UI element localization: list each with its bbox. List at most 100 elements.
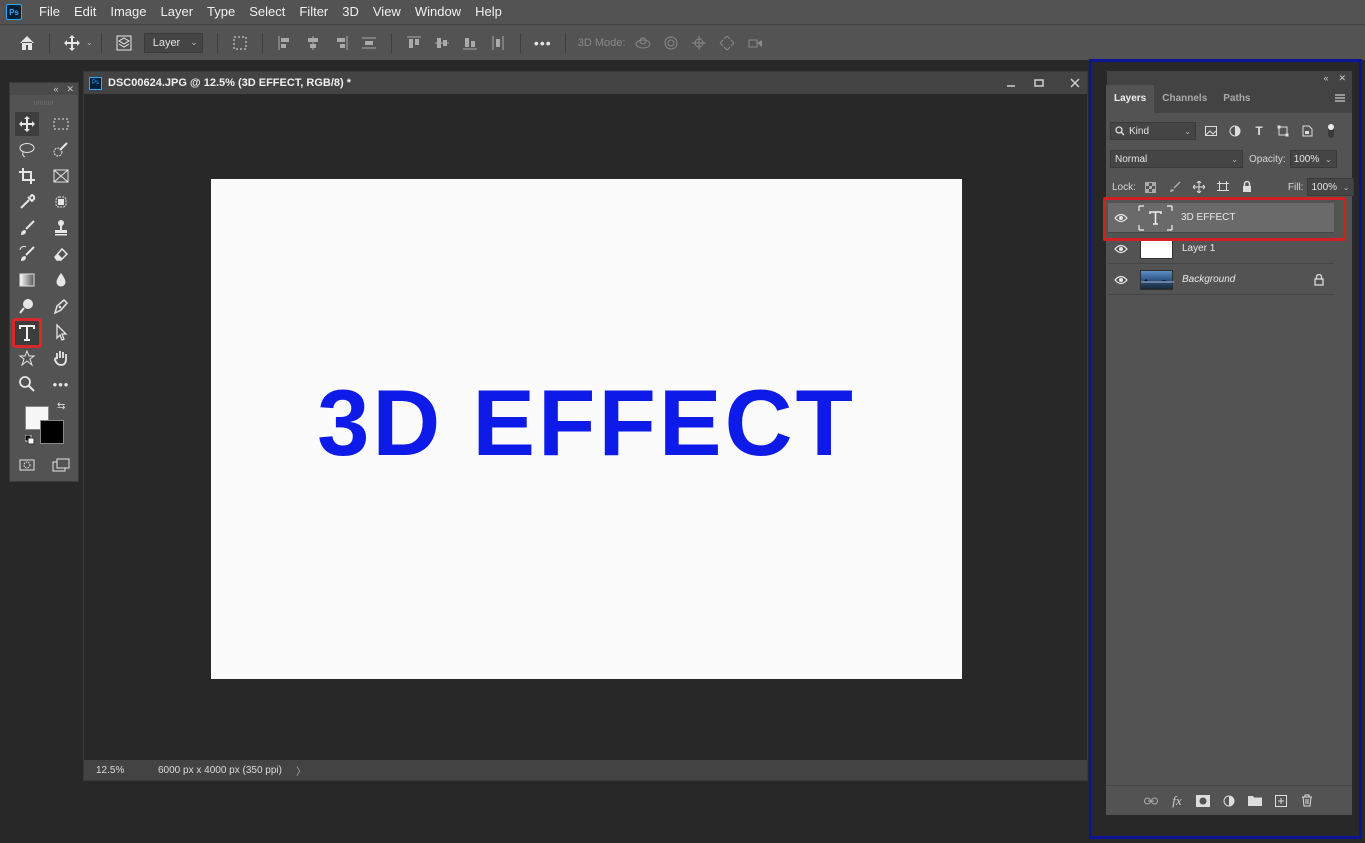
align-top-icon[interactable] xyxy=(403,32,425,54)
layer-lock-icon[interactable] xyxy=(1314,273,1324,286)
edit-toolbar-icon[interactable]: ••• xyxy=(49,372,73,396)
tab-channels[interactable]: Channels xyxy=(1154,85,1215,113)
visibility-eye-icon[interactable] xyxy=(1108,244,1134,254)
background-color-swatch[interactable] xyxy=(40,420,64,444)
hand-tool-icon[interactable] xyxy=(49,346,73,370)
type-tool-icon[interactable] xyxy=(12,318,42,348)
filter-toggle-icon[interactable] xyxy=(1322,122,1340,140)
quick-mask-icon[interactable] xyxy=(15,453,39,477)
move-tool-icon[interactable] xyxy=(15,112,39,136)
align-center-icon[interactable] xyxy=(302,32,324,54)
new-group-folder-icon[interactable] xyxy=(1246,792,1264,810)
filter-adjustment-layer-icon[interactable] xyxy=(1226,122,1244,140)
new-adjustment-layer-icon[interactable] xyxy=(1220,792,1238,810)
lock-image-pixels-icon[interactable] xyxy=(1166,178,1184,196)
lock-transparent-pixels-icon[interactable] xyxy=(1142,178,1160,196)
3d-orbit-icon[interactable] xyxy=(632,32,654,54)
frame-tool-icon[interactable] xyxy=(49,164,73,188)
blur-tool-icon[interactable] xyxy=(49,268,73,292)
opacity-input[interactable]: 100% ⌄ xyxy=(1289,150,1337,168)
menu-window[interactable]: Window xyxy=(408,0,468,24)
menu-3d[interactable]: 3D xyxy=(335,0,366,24)
collapse-icon[interactable]: « xyxy=(53,84,58,94)
canvas-text-3d-effect[interactable]: 3D EFFECT xyxy=(317,369,856,477)
gradient-tool-icon[interactable] xyxy=(15,268,39,292)
link-layers-icon[interactable] xyxy=(1142,792,1160,810)
lock-artboard-icon[interactable] xyxy=(1214,178,1232,196)
eyedropper-tool-icon[interactable] xyxy=(15,190,39,214)
menu-view[interactable]: View xyxy=(366,0,408,24)
spot-healing-tool-icon[interactable] xyxy=(49,190,73,214)
chevron-down-icon[interactable]: ⌄ xyxy=(86,38,93,47)
maximize-icon[interactable] xyxy=(1029,74,1049,92)
3d-scale-icon[interactable] xyxy=(744,32,766,54)
3d-pan-icon[interactable] xyxy=(688,32,710,54)
filter-pixel-layer-icon[interactable] xyxy=(1202,122,1220,140)
menu-filter[interactable]: Filter xyxy=(292,0,335,24)
screen-mode-icon[interactable] xyxy=(49,453,73,477)
menu-edit[interactable]: Edit xyxy=(67,0,103,24)
align-bottom-icon[interactable] xyxy=(459,32,481,54)
3d-roll-icon[interactable] xyxy=(660,32,682,54)
collapse-icon[interactable]: « xyxy=(1323,73,1328,83)
filter-kind-dropdown[interactable]: Kind ⌄ xyxy=(1110,122,1196,140)
lock-position-icon[interactable] xyxy=(1190,178,1208,196)
fill-input[interactable]: 100% ⌄ xyxy=(1307,178,1355,196)
menu-file[interactable]: File xyxy=(32,0,67,24)
menu-type[interactable]: Type xyxy=(200,0,242,24)
more-options-icon[interactable]: ••• xyxy=(532,32,554,54)
3d-slide-icon[interactable] xyxy=(716,32,738,54)
auto-select-target-dropdown[interactable]: Layer ⌄ xyxy=(143,32,203,53)
filter-shape-layer-icon[interactable] xyxy=(1274,122,1292,140)
align-middle-icon[interactable] xyxy=(431,32,453,54)
pen-tool-icon[interactable] xyxy=(49,294,73,318)
home-icon[interactable] xyxy=(16,32,38,54)
close-icon[interactable]: ✕ xyxy=(1338,73,1346,84)
blend-mode-dropdown[interactable]: Normal ⌄ xyxy=(1110,150,1243,168)
quick-selection-tool-icon[interactable] xyxy=(49,138,73,162)
visibility-eye-icon[interactable] xyxy=(1108,275,1134,285)
menu-select[interactable]: Select xyxy=(242,0,292,24)
transform-controls-icon[interactable] xyxy=(229,32,251,54)
menu-image[interactable]: Image xyxy=(103,0,153,24)
close-icon[interactable] xyxy=(1065,74,1085,92)
filter-smart-object-icon[interactable] xyxy=(1298,122,1316,140)
minimize-icon[interactable] xyxy=(1001,74,1021,92)
eraser-tool-icon[interactable] xyxy=(49,242,73,266)
default-colors-icon[interactable] xyxy=(25,435,35,445)
lasso-tool-icon[interactable] xyxy=(15,138,39,162)
new-layer-icon[interactable] xyxy=(1272,792,1290,810)
zoom-tool-icon[interactable] xyxy=(15,372,39,396)
filter-type-layer-icon[interactable]: T xyxy=(1250,122,1268,140)
align-left-icon[interactable] xyxy=(274,32,296,54)
marquee-tool-icon[interactable] xyxy=(49,112,73,136)
status-menu-arrow-icon[interactable]: 〉 xyxy=(296,763,306,778)
tab-paths[interactable]: Paths xyxy=(1215,85,1258,113)
image-canvas[interactable]: 3D EFFECT xyxy=(211,179,962,679)
close-icon[interactable]: ✕ xyxy=(66,84,74,95)
layer-row-background[interactable]: Background xyxy=(1108,265,1334,295)
delete-layer-trash-icon[interactable] xyxy=(1298,792,1316,810)
zoom-level[interactable]: 12.5% xyxy=(84,765,146,776)
document-tab[interactable]: Ps DSC00624.JPG @ 12.5% (3D EFFECT, RGB/… xyxy=(84,72,1087,94)
move-tool-preset-icon[interactable] xyxy=(61,32,83,54)
custom-shape-tool-icon[interactable] xyxy=(15,346,39,370)
dodge-tool-icon[interactable] xyxy=(15,294,39,318)
panel-menu-icon[interactable] xyxy=(1334,93,1346,103)
lock-all-icon[interactable] xyxy=(1238,178,1256,196)
layer-style-fx-icon[interactable]: fx xyxy=(1168,792,1186,810)
path-selection-tool-icon[interactable] xyxy=(49,320,73,344)
grip-handle[interactable] xyxy=(10,95,78,111)
brush-tool-icon[interactable] xyxy=(15,216,39,240)
auto-select-icon[interactable] xyxy=(113,32,135,54)
distribute-vertical-icon[interactable] xyxy=(487,32,509,54)
history-brush-tool-icon[interactable] xyxy=(15,242,39,266)
distribute-icon[interactable] xyxy=(358,32,380,54)
add-mask-icon[interactable] xyxy=(1194,792,1212,810)
crop-tool-icon[interactable] xyxy=(15,164,39,188)
align-right-icon[interactable] xyxy=(330,32,352,54)
clone-stamp-tool-icon[interactable] xyxy=(49,216,73,240)
menu-layer[interactable]: Layer xyxy=(154,0,201,24)
swap-colors-icon[interactable]: ⇆ xyxy=(57,401,65,412)
tab-layers[interactable]: Layers xyxy=(1106,85,1155,113)
